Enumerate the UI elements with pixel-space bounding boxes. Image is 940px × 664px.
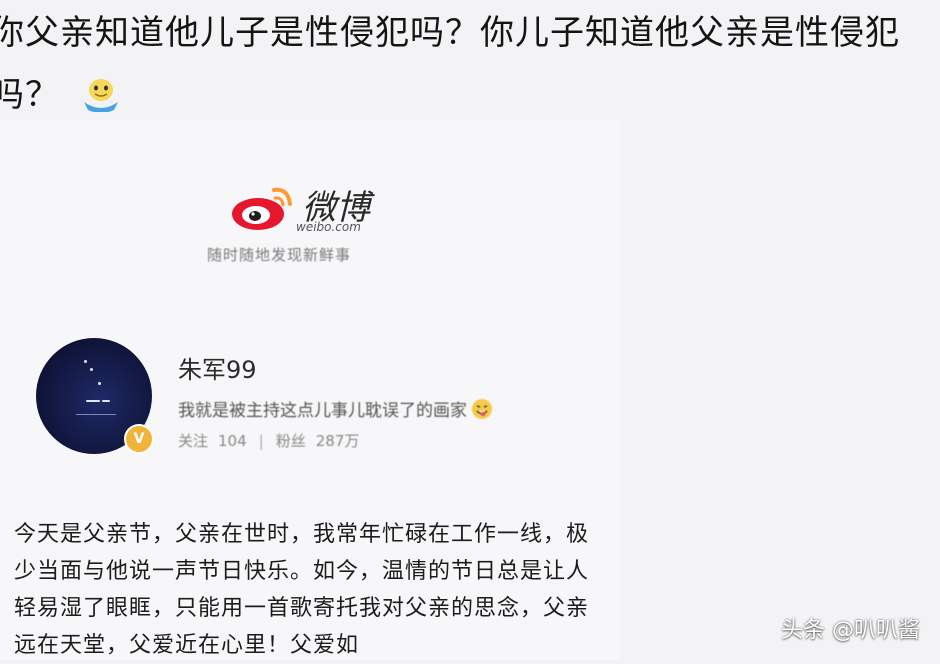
source-watermark: 头条 @叭叭酱 [781, 618, 920, 643]
profile-bio: 我就是被主持这点儿事儿耽误了的画家 [178, 396, 558, 425]
grin-tongue-emoji-icon [471, 398, 493, 425]
weibo-slogan: 随时随地发现新鲜事 [207, 246, 352, 264]
following-count[interactable]: 104 [218, 432, 247, 450]
headline-text: 你父亲知道他儿子是性侵犯吗？你儿子知道他父亲是性侵犯吗？ [0, 13, 900, 115]
profile-username[interactable]: 朱军99 [178, 350, 257, 385]
headline: 你父亲知道他儿子是性侵犯吗？你儿子知道他父亲是性侵犯吗？ [0, 2, 940, 132]
followers-count[interactable]: 287万 [316, 432, 360, 450]
stats-divider: | [258, 432, 264, 450]
followers-label[interactable]: 粉丝 [276, 432, 306, 450]
following-label[interactable]: 关注 [178, 432, 208, 450]
weibo-logo-icon [228, 178, 300, 234]
profile-stats: 关注 104 | 粉丝 287万 [178, 430, 359, 451]
weibo-url: weibo.com [296, 220, 361, 234]
profile-bio-text: 我就是被主持这点儿事儿耽误了的画家 [178, 401, 467, 421]
verified-badge-icon: V [124, 424, 154, 454]
post-text: 今天是父亲节，父亲在世时，我常年忙碌在工作一线，极少当面与他说一声节日快乐。如今… [14, 522, 590, 658]
